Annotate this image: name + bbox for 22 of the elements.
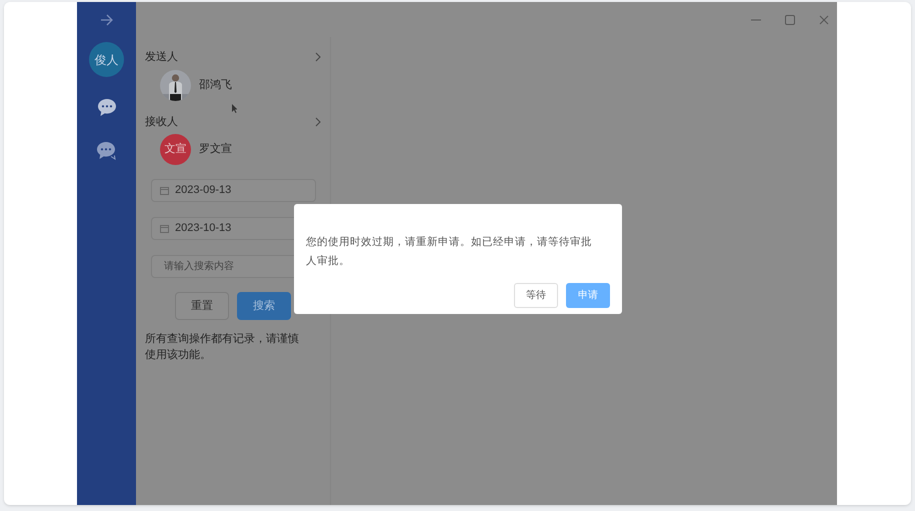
arrow-icon (100, 14, 114, 26)
chevron-icon[interactable] (315, 116, 321, 127)
maximize-icon[interactable] (785, 14, 795, 24)
notice-text: 所有查询操作都有记录，请谨慎使用该功能。 (145, 332, 300, 363)
receiver-name: 罗文宣 (199, 142, 232, 158)
default-button[interactable]: 重置 (175, 292, 229, 320)
calendar-icon (160, 224, 169, 233)
section-label: 发送人 (145, 50, 178, 65)
contact-avatar: 文宣 (160, 134, 191, 165)
chat-icon[interactable] (96, 98, 116, 117)
calendar-icon (160, 186, 169, 195)
date-field[interactable]: 2023-09-13 (151, 179, 316, 202)
cursor-icon (231, 102, 237, 114)
close-icon[interactable] (819, 14, 829, 24)
chevron-icon[interactable] (315, 52, 321, 62)
primary-button[interactable]: 搜索 (237, 292, 291, 320)
sender-name: 邵鸿飞 (199, 78, 232, 93)
chat-icon[interactable] (96, 141, 117, 160)
default-button[interactable]: 等待 (514, 283, 558, 308)
section-label: 接收人 (145, 114, 178, 130)
user-avatar[interactable]: 俊人 (89, 42, 124, 77)
primary-button[interactable]: 申请 (566, 283, 610, 308)
